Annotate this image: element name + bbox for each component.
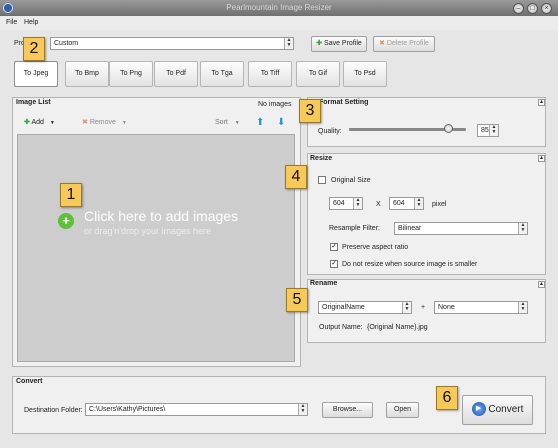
- tab-to-psd[interactable]: To Psd: [343, 61, 387, 87]
- spin-arrows-icon[interactable]: ▲ ▼: [402, 302, 411, 313]
- chevron-down-icon: ▼: [121, 120, 127, 126]
- destination-folder-select[interactable]: C:\Users\Kathy\Pictures\ ▲ ▼: [85, 403, 308, 416]
- output-name-label: Output Name:: [319, 324, 363, 331]
- play-icon: ▶: [471, 402, 486, 417]
- add-circle-icon: +: [58, 213, 74, 229]
- drop-main-text: Click here to add images: [84, 208, 239, 224]
- move-up-icon[interactable]: ⬆: [256, 117, 264, 128]
- callout-badge-3: 3: [299, 99, 321, 123]
- tab-to-png[interactable]: To Png: [109, 61, 153, 87]
- rename-title: Rename: [310, 280, 338, 287]
- unit-label: pixel: [432, 201, 447, 208]
- chevron-down-icon: ▼: [49, 120, 55, 126]
- drop-sub-text: or drag'n'drop your images here: [84, 226, 212, 236]
- width-input[interactable]: 604 ▲ ▼: [329, 197, 363, 210]
- collapse-icon[interactable]: ▴: [538, 99, 545, 106]
- dimension-separator: X: [376, 201, 381, 208]
- tab-to-bmp[interactable]: To Bmp: [65, 61, 109, 87]
- spin-arrows-icon[interactable]: ▲ ▼: [284, 38, 293, 49]
- preserve-aspect-checkbox[interactable]: ✓: [330, 243, 338, 251]
- menu-help[interactable]: Help: [24, 19, 38, 26]
- convert-title: Convert: [16, 378, 43, 385]
- menu-file[interactable]: File: [6, 19, 17, 26]
- original-size-checkbox[interactable]: [318, 176, 326, 184]
- rename-pattern-select[interactable]: OriginalName ▲ ▼: [318, 301, 412, 314]
- maximize-icon[interactable]: □: [527, 3, 538, 14]
- callout-badge-2: 2: [23, 37, 45, 61]
- output-name-value: {Original Name}.jpg: [367, 324, 428, 331]
- profile-value: Custom: [54, 40, 79, 47]
- tab-to-tga[interactable]: To Tga: [200, 61, 244, 87]
- chevron-down-icon: ▼: [234, 120, 240, 126]
- callout-badge-5: 5: [286, 288, 308, 312]
- image-list-title: Image List: [16, 99, 51, 106]
- menu-bar: File Help: [0, 16, 558, 30]
- delete-profile-button[interactable]: ✖ Delete Profile: [373, 36, 435, 52]
- quality-label: Quality:: [318, 128, 342, 135]
- close-icon[interactable]: ×: [541, 3, 552, 14]
- rename-suffix-select[interactable]: None ▲ ▼: [434, 301, 528, 314]
- move-down-icon[interactable]: ⬇: [277, 117, 285, 128]
- plus-icon: ✚: [24, 119, 30, 126]
- no-resize-smaller-label: Do not resize when source image is small…: [342, 261, 478, 268]
- spin-arrows-icon[interactable]: ▲ ▼: [414, 198, 423, 209]
- window-title: Pearlmountain Image Resizer: [226, 3, 332, 12]
- image-drop-area[interactable]: + Click here to add images or drag'n'dro…: [17, 134, 295, 362]
- profile-select[interactable]: Custom ▲ ▼: [50, 37, 294, 50]
- resample-filter-label: Resample Filter:: [329, 225, 380, 232]
- tab-to-pdf[interactable]: To Pdf: [154, 61, 198, 87]
- resample-filter-select[interactable]: Bilinear ▲ ▼: [394, 222, 528, 235]
- format-setting-title: Format Setting: [319, 99, 369, 106]
- collapse-icon[interactable]: ▴: [538, 155, 545, 162]
- spin-arrows-icon[interactable]: ▲ ▼: [518, 302, 527, 313]
- spin-arrows-icon[interactable]: ▲ ▼: [489, 125, 498, 136]
- callout-badge-4: 4: [285, 165, 307, 189]
- quality-input[interactable]: 85 ▲ ▼: [477, 124, 499, 137]
- original-size-label: Original Size: [331, 177, 371, 184]
- spin-arrows-icon[interactable]: ▲ ▼: [518, 223, 527, 234]
- convert-button[interactable]: ▶ Convert: [462, 395, 533, 425]
- resize-title: Resize: [310, 155, 333, 162]
- collapse-icon[interactable]: ▴: [538, 281, 545, 288]
- minimize-icon[interactable]: –: [513, 3, 524, 14]
- sort-button[interactable]: Sort ▼: [215, 119, 240, 126]
- open-button[interactable]: Open: [386, 402, 419, 418]
- delete-icon: ✖: [379, 40, 385, 47]
- spin-arrows-icon[interactable]: ▲ ▼: [298, 404, 307, 415]
- callout-badge-1: 1: [60, 183, 82, 207]
- height-input[interactable]: 604 ▲ ▼: [389, 197, 424, 210]
- delete-icon: ✖: [82, 119, 88, 126]
- no-resize-smaller-checkbox[interactable]: ✓: [330, 260, 338, 268]
- resize-panel: [307, 153, 546, 275]
- spin-arrows-icon[interactable]: ▲ ▼: [353, 198, 362, 209]
- save-profile-button[interactable]: ✚ Save Profile: [311, 36, 367, 52]
- plus-label: +: [421, 304, 426, 311]
- preserve-aspect-label: Preserve aspect ratio: [342, 244, 409, 251]
- tab-to-jpeg[interactable]: To Jpeg: [14, 61, 58, 87]
- destination-folder-label: Destination Folder:: [24, 407, 83, 414]
- browse-button[interactable]: Browse...: [322, 402, 373, 418]
- tab-to-gif[interactable]: To Gif: [296, 61, 340, 87]
- plus-icon: ✚: [316, 40, 323, 47]
- tab-to-tiff[interactable]: To Tiff: [248, 61, 292, 87]
- remove-button[interactable]: ✖ Remove ▼: [82, 118, 127, 126]
- image-count: No images: [258, 101, 292, 108]
- callout-badge-6: 6: [436, 386, 458, 410]
- title-bar: Pearlmountain Image Resizer – □ ×: [0, 0, 558, 16]
- add-button[interactable]: ✚ Add ▼: [24, 118, 55, 126]
